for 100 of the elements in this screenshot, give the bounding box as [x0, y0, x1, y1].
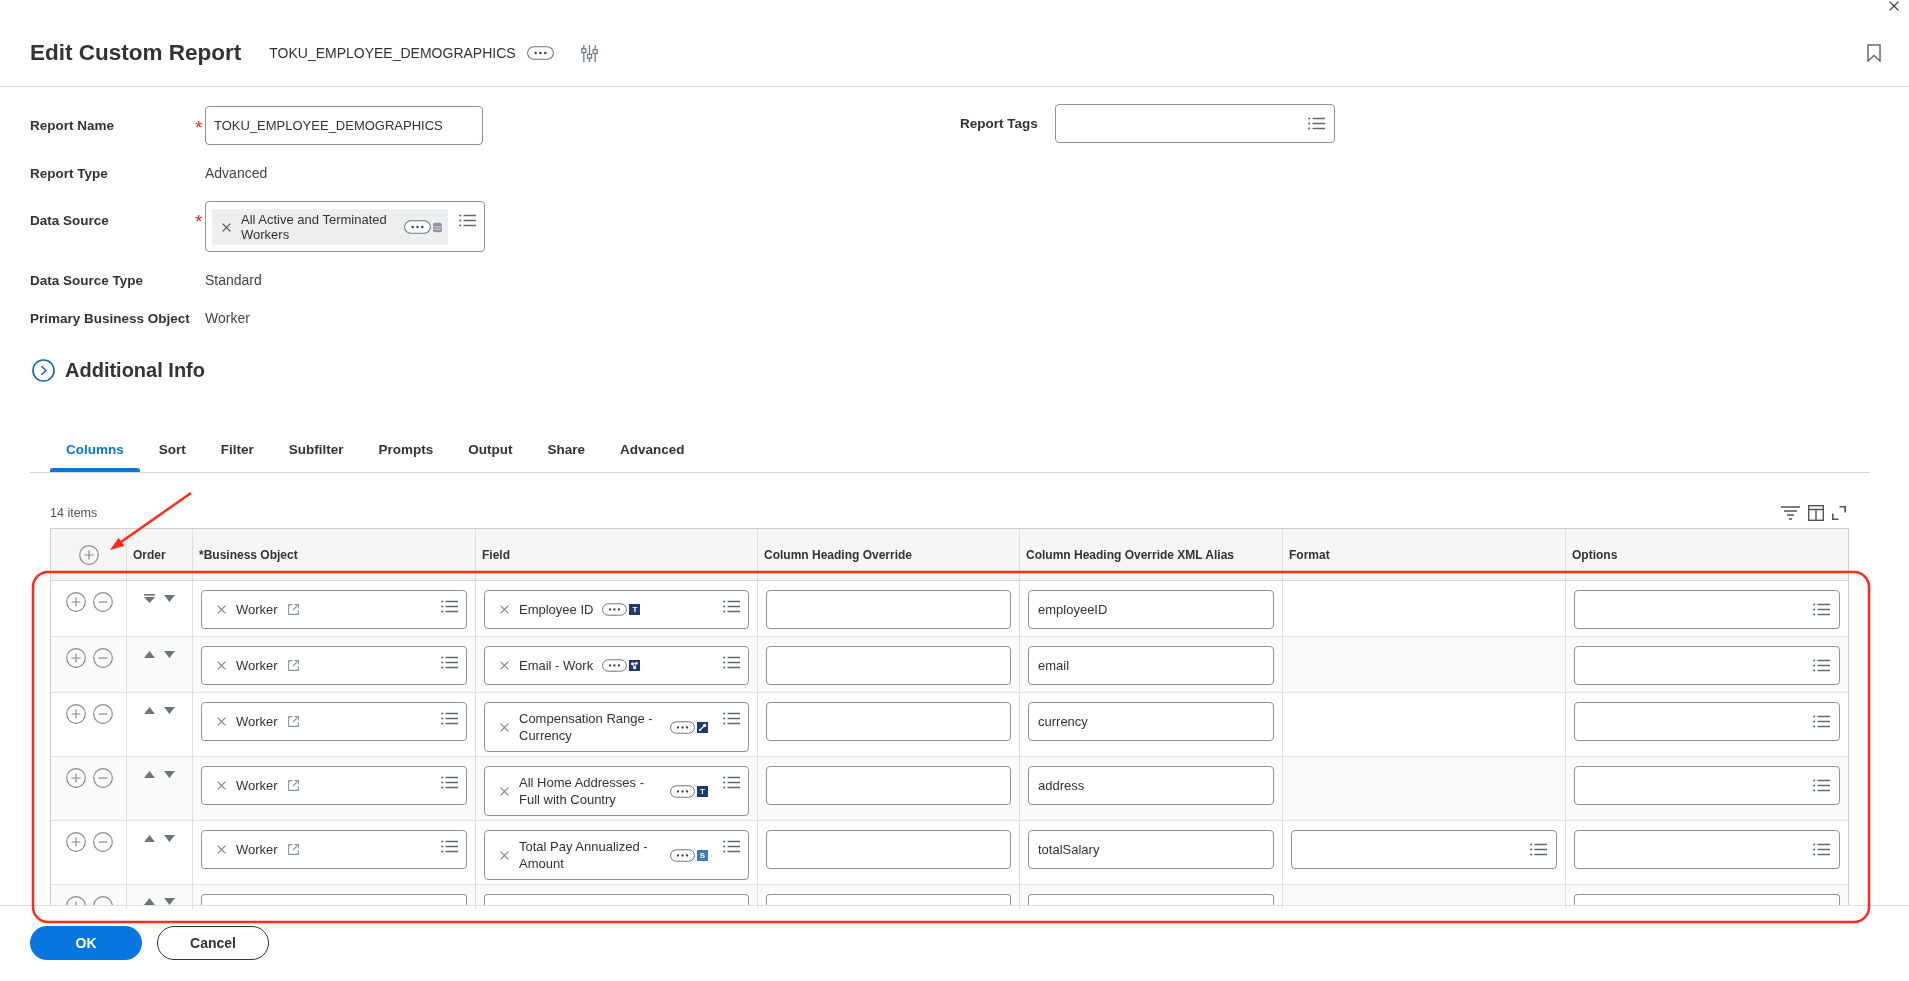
add-row-icon[interactable]: [66, 704, 86, 724]
field-selector[interactable]: Compensation Range - Currency: [484, 702, 749, 752]
more-icon[interactable]: [526, 46, 554, 60]
add-row-icon[interactable]: [66, 592, 86, 612]
list-icon[interactable]: [723, 840, 740, 853]
options-field[interactable]: [1574, 590, 1840, 629]
remove-icon[interactable]: [217, 717, 226, 726]
chevron-circle-icon[interactable]: [32, 358, 55, 382]
bar-triangle-icon[interactable]: [144, 594, 155, 603]
xml-alias-field[interactable]: totalSalary: [1028, 830, 1274, 869]
add-row-icon[interactable]: [66, 896, 86, 905]
field-selector[interactable]: [484, 894, 749, 905]
tab[interactable]: Prompts: [362, 431, 450, 472]
tab[interactable]: Filter: [204, 431, 270, 472]
xml-alias-field[interactable]: employeeID: [1028, 590, 1274, 629]
close-icon[interactable]: [1889, 1, 1899, 11]
field-selector[interactable]: Email - Work: [484, 646, 749, 685]
list-icon[interactable]: [441, 776, 458, 789]
options-field[interactable]: [1574, 702, 1840, 741]
remove-row-icon[interactable]: [93, 768, 113, 788]
list-icon[interactable]: [441, 712, 458, 725]
xml-alias-field[interactable]: currency: [1028, 702, 1274, 741]
more-icon[interactable]: [670, 784, 695, 798]
text-field[interactable]: TOKU_EMPLOYEE_DEMOGRAPHICS: [205, 106, 483, 145]
move-down-icon[interactable]: [164, 707, 175, 714]
move-up-icon[interactable]: [144, 771, 155, 778]
add-row-icon[interactable]: [66, 648, 86, 668]
remove-icon[interactable]: [500, 786, 509, 796]
remove-icon[interactable]: [500, 850, 509, 860]
business-object-field[interactable]: Worker: [201, 830, 467, 869]
options-field[interactable]: [1574, 766, 1840, 805]
move-up-icon[interactable]: [144, 898, 155, 905]
options-field[interactable]: [1574, 894, 1840, 905]
cancel-button[interactable]: Cancel: [157, 926, 269, 960]
heading-override-field[interactable]: [766, 766, 1011, 805]
options-field[interactable]: [1574, 646, 1840, 685]
external-link-icon[interactable]: [287, 780, 299, 791]
list-icon[interactable]: [1530, 843, 1547, 856]
data-source-field[interactable]: All Active and Terminated Workers: [205, 201, 485, 252]
list-icon[interactable]: [441, 656, 458, 669]
more-icon[interactable]: [602, 603, 628, 616]
heading-override-field[interactable]: [766, 590, 1011, 629]
remove-icon[interactable]: [500, 605, 509, 614]
sliders-icon[interactable]: [580, 44, 598, 62]
business-object-field[interactable]: Worker: [201, 590, 467, 629]
tab[interactable]: Output: [452, 431, 529, 472]
remove-icon[interactable]: [222, 222, 231, 232]
external-link-icon[interactable]: [287, 604, 299, 615]
move-down-icon[interactable]: [164, 771, 175, 778]
xml-alias-field[interactable]: [1028, 894, 1274, 905]
move-up-icon[interactable]: [144, 835, 155, 842]
move-up-icon[interactable]: [144, 707, 155, 714]
add-row-icon[interactable]: [78, 544, 99, 565]
more-icon[interactable]: [670, 848, 695, 862]
remove-row-icon[interactable]: [93, 896, 113, 905]
heading-override-field[interactable]: [766, 646, 1011, 685]
more-icon[interactable]: [404, 220, 431, 234]
list-icon[interactable]: [1813, 659, 1830, 672]
list-icon[interactable]: [723, 712, 740, 725]
fullscreen-icon[interactable]: [1832, 506, 1846, 520]
format-field[interactable]: [1291, 830, 1557, 869]
list-icon[interactable]: [459, 214, 476, 227]
list-icon[interactable]: [723, 656, 740, 669]
xml-alias-field[interactable]: address: [1028, 766, 1274, 805]
selected-chip[interactable]: All Active and Terminated Workers: [212, 209, 448, 245]
list-icon[interactable]: [723, 776, 740, 789]
remove-row-icon[interactable]: [93, 592, 113, 612]
business-object-field[interactable]: Worker: [201, 702, 467, 741]
column-layout-icon[interactable]: [1808, 505, 1824, 521]
business-object-field[interactable]: [201, 894, 467, 905]
list-icon[interactable]: [441, 840, 458, 853]
move-down-icon[interactable]: [164, 651, 175, 658]
list-icon[interactable]: [1813, 843, 1830, 856]
move-down-icon[interactable]: [164, 898, 175, 905]
remove-icon[interactable]: [217, 781, 226, 790]
tab[interactable]: Advanced: [604, 431, 701, 472]
field-selector[interactable]: Total Pay Annualized - Amount S: [484, 830, 749, 880]
bookmark-icon[interactable]: [1867, 44, 1881, 62]
business-object-field[interactable]: Worker: [201, 766, 467, 805]
remove-row-icon[interactable]: [93, 704, 113, 724]
remove-icon[interactable]: [217, 605, 226, 614]
more-icon[interactable]: [670, 720, 695, 734]
external-link-icon[interactable]: [287, 660, 299, 671]
tab[interactable]: Share: [531, 431, 602, 472]
filter-icon[interactable]: [1781, 506, 1800, 520]
heading-override-field[interactable]: [766, 702, 1011, 741]
business-object-field[interactable]: Worker: [201, 646, 467, 685]
list-icon[interactable]: [441, 600, 458, 613]
tags-field[interactable]: [1055, 104, 1335, 143]
external-link-icon[interactable]: [287, 844, 299, 855]
field-selector[interactable]: Employee ID T: [484, 590, 749, 629]
field-selector[interactable]: All Home Addresses - Full with Country T: [484, 766, 749, 816]
add-row-icon[interactable]: [66, 832, 86, 852]
add-row-icon[interactable]: [66, 768, 86, 788]
move-up-icon[interactable]: [144, 651, 155, 658]
tab[interactable]: Sort: [142, 431, 202, 472]
tab[interactable]: Subfilter: [272, 431, 360, 472]
external-link-icon[interactable]: [287, 716, 299, 727]
list-icon[interactable]: [1813, 603, 1830, 616]
options-field[interactable]: [1574, 830, 1840, 869]
